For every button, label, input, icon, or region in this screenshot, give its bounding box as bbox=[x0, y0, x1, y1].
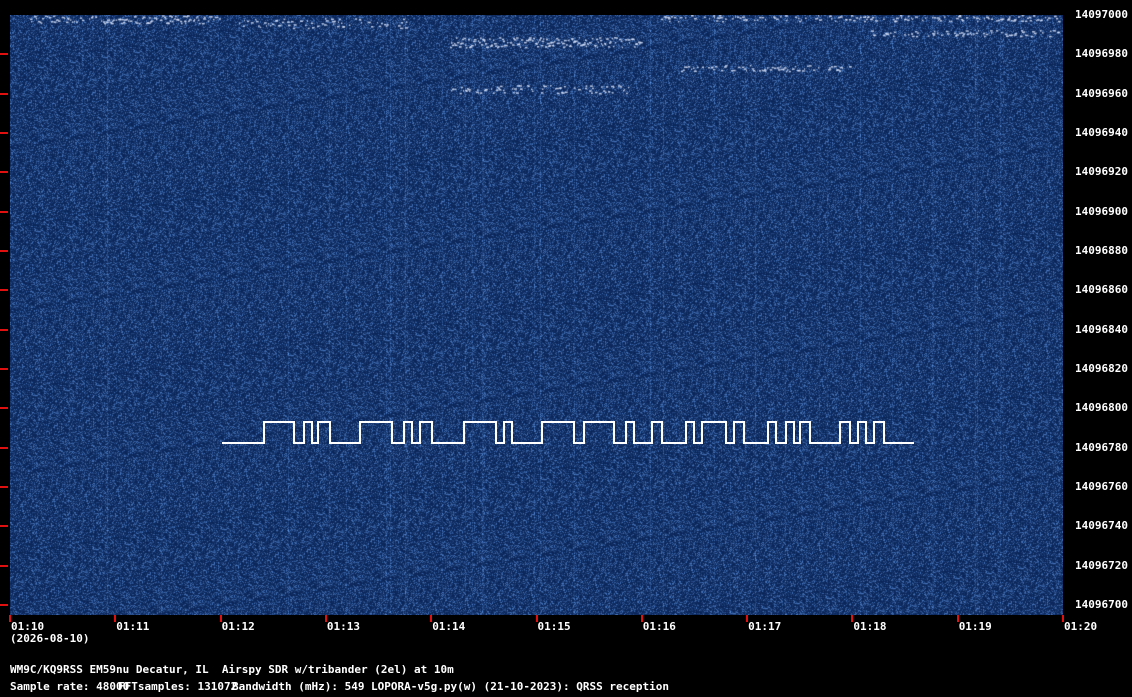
software-info: LOPORA-v5g.py(w) (21-10-2023): QRSS rece… bbox=[371, 680, 670, 693]
bandwidth: Bandwidth (mHz): 549 bbox=[232, 680, 365, 693]
frequency-tick-mark bbox=[0, 210, 8, 213]
time-tick-label: 01:15 bbox=[537, 620, 571, 633]
frequency-tick-label: 14096940 bbox=[1075, 126, 1128, 139]
frequency-tick-mark bbox=[0, 604, 8, 606]
frequency-tick-label: 14096920 bbox=[1075, 165, 1128, 179]
frequency-tick-mark bbox=[0, 328, 8, 331]
frequency-tick-mark bbox=[0, 250, 8, 252]
frequency-tick-label: 14096780 bbox=[1075, 440, 1128, 454]
frequency-tick-mark bbox=[0, 368, 8, 370]
frequency-tick-mark bbox=[0, 92, 8, 95]
frequency-tick-label: 14097000 bbox=[1075, 8, 1128, 21]
date-label: (2026-08-10) bbox=[10, 632, 90, 645]
frequency-tick-mark bbox=[0, 446, 8, 449]
frequency-tick-label: 14096880 bbox=[1075, 244, 1128, 257]
frequency-tick-label: 14096840 bbox=[1075, 322, 1128, 336]
time-tick-label: 01:11 bbox=[116, 620, 150, 633]
frequency-tick-label: 14096860 bbox=[1075, 283, 1128, 297]
station-info: WM9C/KQ9RSS EM59nu Decatur, IL Airspy SD… bbox=[10, 663, 454, 676]
frequency-tick-mark bbox=[0, 525, 8, 528]
sample-rate: Sample rate: 48000 bbox=[10, 680, 130, 693]
frequency-tick-mark bbox=[0, 407, 8, 410]
frequency-tick-label: 14096740 bbox=[1075, 519, 1128, 533]
fsk-signal-path bbox=[222, 421, 914, 444]
frequency-tick-label: 14096960 bbox=[1075, 86, 1128, 100]
waterfall-display bbox=[10, 15, 1063, 615]
frequency-tick-label: 14096700 bbox=[1075, 598, 1128, 611]
frequency-tick-label: 14096820 bbox=[1075, 362, 1128, 375]
time-tick-label: 01:14 bbox=[432, 620, 466, 633]
time-tick-label: 01:17 bbox=[748, 620, 782, 633]
time-tick-label: 01:12 bbox=[221, 620, 255, 633]
qrss-signal-trace bbox=[222, 421, 914, 444]
frequency-tick-mark bbox=[0, 171, 8, 174]
fft-samples: FFTsamples: 131072 bbox=[118, 680, 238, 693]
frequency-tick-label: 14096980 bbox=[1075, 47, 1128, 61]
frequency-tick-mark bbox=[0, 289, 8, 292]
frequency-tick-label: 14096760 bbox=[1075, 480, 1128, 493]
frequency-tick-mark bbox=[0, 132, 8, 134]
frequency-tick-label: 14096900 bbox=[1075, 204, 1128, 218]
frequency-tick-mark bbox=[0, 53, 8, 56]
time-tick-label: 01:16 bbox=[642, 620, 676, 633]
time-tick-label: 01:18 bbox=[853, 620, 887, 633]
frequency-tick-label: 14096720 bbox=[1075, 558, 1128, 572]
time-tick-label: 01:19 bbox=[958, 620, 992, 633]
time-tick-label: 01:13 bbox=[326, 620, 361, 633]
time-tick-label: 01:20 bbox=[1064, 620, 1098, 633]
frequency-tick-mark bbox=[0, 564, 8, 567]
frequency-tick-label: 14096800 bbox=[1075, 401, 1128, 415]
frequency-tick-mark bbox=[0, 486, 8, 488]
